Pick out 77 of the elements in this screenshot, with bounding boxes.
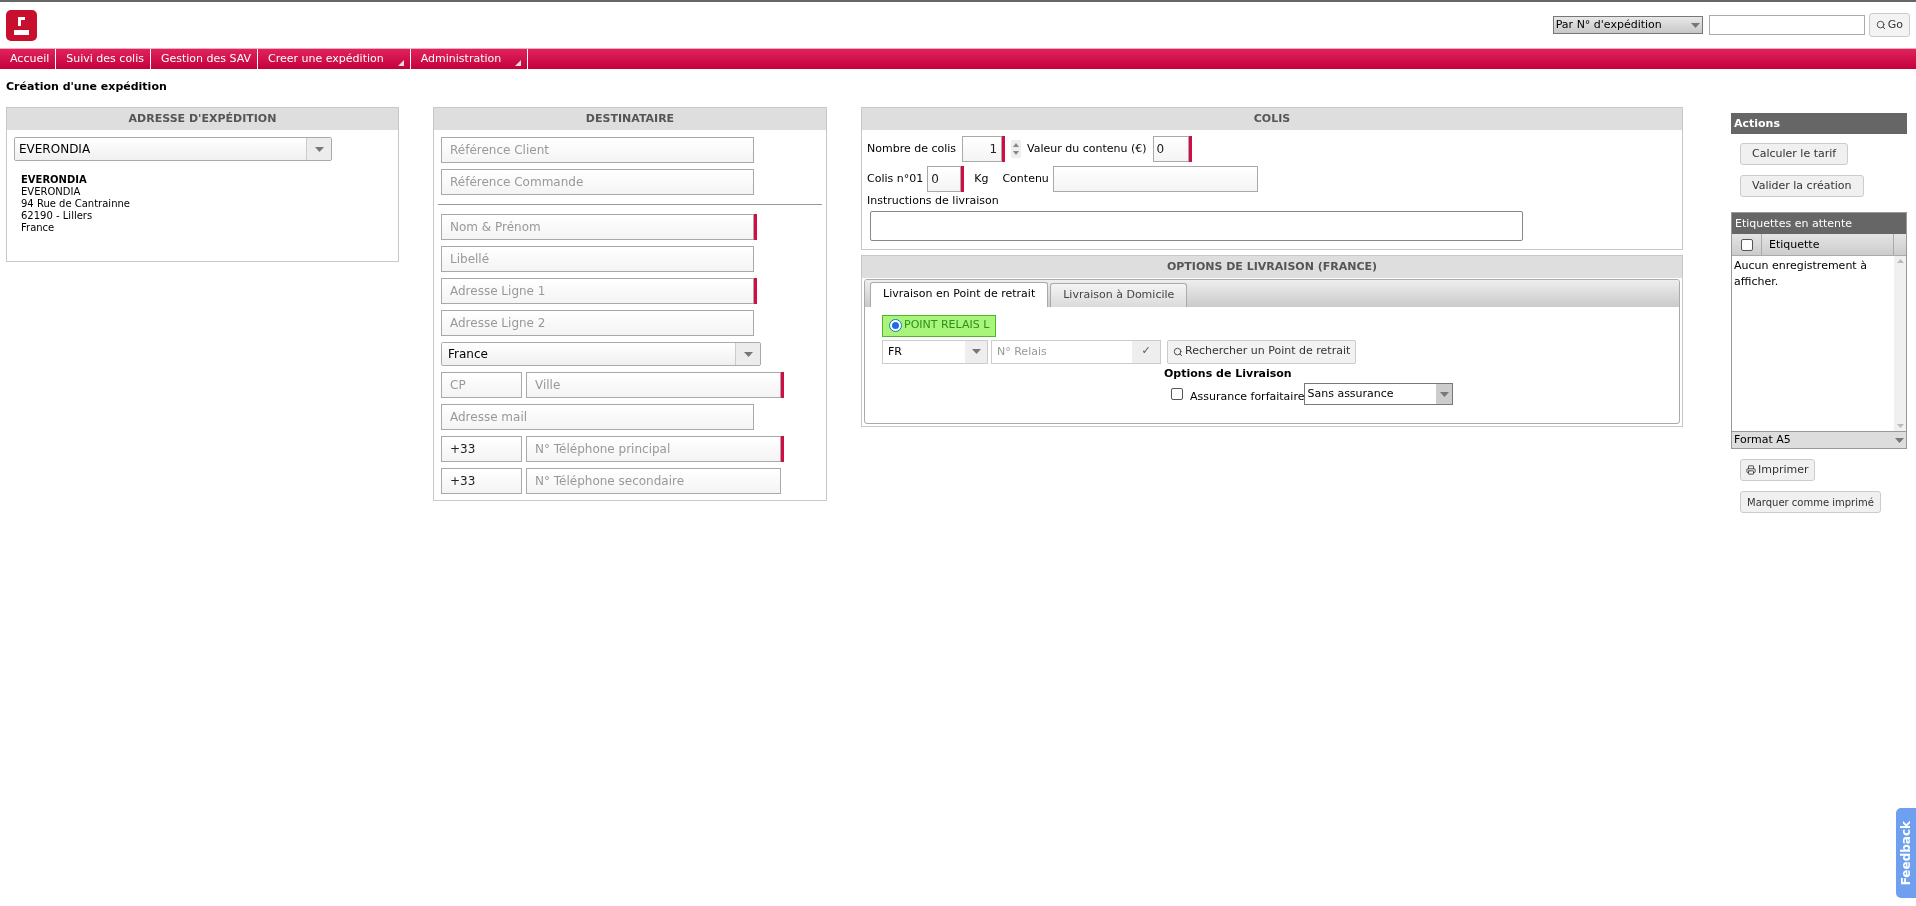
input-field[interactable]: Référence Commande bbox=[441, 169, 754, 195]
address-line: 62190 - Lillers bbox=[21, 210, 94, 222]
input-field[interactable]: Adresse mail bbox=[441, 404, 754, 430]
nav-item[interactable]: Suivi des colis bbox=[56, 49, 151, 69]
sender-select[interactable]: EVERONDIA bbox=[14, 137, 332, 161]
address-line: France bbox=[21, 222, 56, 234]
panel-header: OPTIONS DE LIVRAISON (FRANCE) bbox=[862, 255, 1682, 278]
input-field[interactable]: +33 bbox=[441, 468, 522, 494]
weight-field[interactable]: 0 bbox=[927, 166, 962, 192]
country-select[interactable]: FR bbox=[882, 339, 988, 364]
mark-printed-button[interactable]: Marquer comme imprimé bbox=[1740, 491, 1881, 513]
actions-header: Actions bbox=[1731, 113, 1907, 134]
checkbox[interactable] bbox=[1171, 388, 1183, 401]
caret-icon bbox=[314, 146, 324, 152]
caret-icon bbox=[1690, 22, 1700, 28]
panel-header: ADRESSE D'EXPÉDITION bbox=[7, 108, 398, 130]
caret-icon bbox=[743, 351, 753, 357]
content-field[interactable] bbox=[1052, 166, 1258, 192]
caret-icon bbox=[971, 349, 981, 354]
checkbox[interactable] bbox=[1740, 238, 1753, 251]
input-field[interactable]: +33 bbox=[441, 436, 522, 462]
insurance-select[interactable]: Sans assurance bbox=[1304, 383, 1454, 406]
instructions-field[interactable] bbox=[870, 210, 1523, 241]
address-line: 94 Rue de Cantrainne bbox=[21, 198, 131, 210]
field-label: Contenu bbox=[1002, 170, 1049, 187]
input-field[interactable]: Adresse Ligne 2 bbox=[441, 310, 754, 336]
search-mode-select[interactable]: Par N° d'expédition bbox=[1552, 16, 1703, 34]
search-icon bbox=[1173, 346, 1183, 357]
printer-icon bbox=[1746, 465, 1756, 475]
address-line: EVERONDIA bbox=[21, 174, 88, 186]
input-field[interactable]: N° Téléphone principal bbox=[526, 436, 781, 462]
input-field[interactable]: Adresse Ligne 1 bbox=[441, 278, 754, 304]
nav-item[interactable]: Creer une expédition bbox=[258, 49, 411, 69]
input-field[interactable]: Référence Client bbox=[441, 137, 754, 163]
field-label: Valeur du contenu (€) bbox=[1027, 140, 1147, 157]
action-button[interactable]: Valider la création bbox=[1740, 175, 1864, 197]
labels-header: Etiquettes en attente bbox=[1732, 213, 1906, 234]
print-button[interactable]: Imprimer bbox=[1740, 459, 1815, 481]
format-select[interactable]: Format A5 bbox=[1732, 431, 1906, 448]
checkbox-label: Assurance forfaitaire bbox=[1190, 389, 1305, 405]
nav-item[interactable]: Accueil bbox=[0, 49, 57, 69]
panel-header: DESTINATAIRE bbox=[434, 108, 826, 130]
input-field[interactable]: N° Téléphone secondaire bbox=[526, 468, 781, 494]
required-marker bbox=[961, 166, 965, 192]
field-label: Colis n°01 bbox=[867, 170, 924, 187]
action-button[interactable]: Calculer le tarif bbox=[1740, 143, 1849, 165]
input-field[interactable]: Ville bbox=[526, 372, 781, 398]
field-label: Instructions de livraison bbox=[867, 193, 1000, 209]
nav-item[interactable]: Administration bbox=[410, 49, 529, 69]
go-button[interactable]: Go bbox=[1868, 13, 1910, 37]
count-field[interactable]: 1 bbox=[962, 136, 1003, 162]
logo-icon bbox=[6, 9, 37, 41]
country-select[interactable]: France bbox=[441, 342, 761, 366]
tab[interactable]: Livraison en Point de retrait bbox=[870, 281, 1049, 307]
radio-button[interactable] bbox=[889, 319, 902, 332]
field-label: Nombre de colis bbox=[867, 140, 957, 157]
tab[interactable]: Livraison à Domicile bbox=[1050, 282, 1188, 307]
nav-item[interactable]: Gestion des SAV bbox=[150, 49, 259, 69]
address-line: EVERONDIA bbox=[21, 186, 82, 198]
search-relay-button[interactable]: Rechercher un Point de retrait bbox=[1167, 339, 1357, 364]
required-marker bbox=[1188, 136, 1192, 162]
input-field[interactable]: Nom & Prénom bbox=[441, 214, 754, 240]
page-title: Création d'une expédition bbox=[5, 79, 168, 95]
unit-label: Kg bbox=[974, 170, 989, 187]
spinner-icon[interactable] bbox=[1011, 140, 1022, 158]
empty-message: Aucun enregistrement à afficher. bbox=[1733, 258, 1868, 290]
search-field[interactable] bbox=[1708, 15, 1865, 35]
panel-header: COLIS bbox=[862, 108, 1682, 130]
value-field[interactable]: 0 bbox=[1152, 136, 1189, 162]
required-marker bbox=[1002, 136, 1006, 162]
input-field[interactable]: Libellé bbox=[441, 246, 754, 272]
search-icon bbox=[1875, 20, 1886, 30]
caret-icon bbox=[1439, 391, 1449, 397]
caret-icon bbox=[1895, 437, 1904, 443]
input-field[interactable]: CP bbox=[441, 372, 522, 398]
options-title: Options de Livraison bbox=[1164, 365, 1293, 382]
relay-field[interactable]: N° Relais ✓ bbox=[991, 339, 1161, 364]
